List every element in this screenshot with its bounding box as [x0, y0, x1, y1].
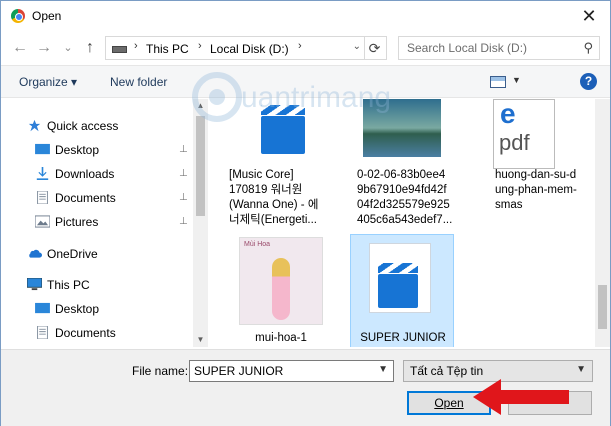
scroll-up-icon[interactable]: ▲	[195, 101, 206, 110]
scroll-down-icon[interactable]: ▼	[195, 335, 206, 344]
file-name: mui-hoa-1	[255, 332, 307, 344]
sidebar-item-label: Documents	[55, 326, 116, 340]
file-item[interactable]: e pdf huong-dan-su-d ung-phan-mem- smas	[485, 99, 589, 231]
sidebar-item-label: This PC	[47, 278, 90, 292]
desktop-icon	[35, 302, 50, 314]
up-button[interactable]: ↑	[81, 38, 99, 58]
breadcrumb-separator-icon[interactable]: ›	[198, 40, 202, 52]
organize-menu[interactable]: Organize ▾	[19, 75, 77, 89]
breadcrumb-separator-icon[interactable]: ›	[298, 40, 302, 52]
change-view-icon[interactable]	[490, 76, 506, 88]
back-button[interactable]: ←	[11, 38, 29, 58]
computer-icon	[27, 278, 42, 291]
search-input[interactable]	[399, 37, 569, 59]
address-dropdown-icon[interactable]: ⌄	[353, 41, 361, 52]
file-name-input[interactable]	[190, 361, 370, 381]
file-name-combobox[interactable]: ▼	[189, 360, 394, 382]
annotation-arrow-icon	[473, 379, 569, 415]
documents-icon	[37, 191, 48, 204]
file-item[interactable]: Mùi Hoa mui-hoa-1	[229, 235, 333, 347]
file-item[interactable]: [Music Core] 170819 워너원 (Wanna One) - 에 너제…	[229, 99, 333, 231]
new-folder-button[interactable]: New folder	[110, 75, 167, 89]
file-name: [Music Core] 170819 워너원 (Wanna One) - 에 너제…	[229, 169, 319, 226]
close-button[interactable]: ✕	[578, 5, 600, 27]
forward-button[interactable]: →	[35, 38, 53, 58]
sidebar-item-label: Desktop	[55, 143, 100, 157]
video-file-icon	[249, 99, 319, 159]
file-name: huong-dan-su-d ung-phan-mem- smas	[495, 169, 577, 211]
file-name-label: File name:	[132, 364, 189, 378]
chevron-down-icon[interactable]: ▼	[576, 364, 586, 375]
pictures-icon	[35, 215, 50, 228]
file-list-scroll-thumb[interactable]	[598, 285, 607, 329]
sidebar-item-label: Pictures	[55, 215, 99, 229]
navigation-pane: Quick access Desktop ⊥ Downloads ⊥ Docum…	[1, 99, 206, 347]
pin-icon: ⊥	[179, 144, 188, 155]
recent-locations-button[interactable]: ⌄	[59, 38, 77, 58]
drive-icon	[112, 46, 127, 53]
pdf-file-icon: e pdf	[493, 99, 555, 169]
chevron-down-icon[interactable]: ▼	[378, 364, 388, 375]
search-box[interactable]: ⚲	[398, 36, 600, 60]
pin-icon: ⊥	[179, 192, 188, 203]
file-list: [Music Core] 170819 워너원 (Wanna One) - 에 너제…	[209, 99, 595, 347]
star-icon	[28, 119, 41, 132]
file-list-scrollbar[interactable]	[595, 99, 610, 347]
image-thumbnail: Mùi Hoa	[239, 237, 323, 325]
sidebar-item-label: OneDrive	[47, 247, 98, 261]
window-title: Open	[32, 9, 62, 23]
video-file-icon	[365, 239, 435, 319]
file-name: SUPER JUNIOR	[360, 332, 446, 344]
sidebar-scrollbar[interactable]: ▲ ▼	[193, 99, 208, 347]
command-toolbar: Organize ▾ New folder ▼ ?	[1, 65, 610, 98]
documents-icon	[37, 326, 48, 339]
sidebar-item-label: Documents	[55, 191, 116, 205]
pin-icon: ⊥	[179, 216, 188, 227]
sidebar-item-label: Quick access	[47, 119, 119, 133]
refresh-button[interactable]: ⟳	[364, 37, 384, 59]
desktop-icon	[35, 143, 50, 155]
breadcrumb-separator-icon[interactable]: ›	[134, 40, 138, 52]
file-item-selected[interactable]: SUPER JUNIOR	[350, 234, 454, 347]
navigation-bar: ← → ⌄ ↑ › This PC › Local Disk (D:) › ⌄ …	[1, 34, 610, 62]
view-options-dropdown-icon[interactable]: ▼	[512, 75, 521, 85]
sidebar-scroll-thumb[interactable]	[196, 116, 205, 216]
cloud-icon	[29, 249, 42, 258]
search-icon[interactable]: ⚲	[583, 40, 593, 56]
address-bar[interactable]: › This PC › Local Disk (D:) › ⌄ ⟳	[105, 36, 387, 60]
breadcrumb-this-pc[interactable]: This PC	[146, 42, 189, 56]
pin-icon: ⊥	[179, 168, 188, 179]
help-button[interactable]: ?	[580, 73, 597, 90]
breadcrumb-local-disk[interactable]: Local Disk (D:)	[210, 42, 289, 56]
open-button-label: Open	[434, 396, 464, 410]
download-icon	[36, 167, 49, 180]
image-thumbnail	[363, 99, 441, 157]
file-type-value: Tất cả Tệp tin	[410, 364, 484, 378]
open-dialog: Open ✕ ← → ⌄ ↑ › This PC › Local Disk (D…	[0, 0, 611, 426]
sidebar-item-label: Downloads	[55, 167, 115, 181]
title-bar: Open ✕	[1, 1, 610, 32]
sidebar-item-label: Desktop	[55, 302, 100, 316]
file-name: 0-02-06-83b0ee4 9b67910e94fd42f 04f2d3255…	[357, 169, 453, 226]
file-item[interactable]: 0-02-06-83b0ee4 9b67910e94fd42f 04f2d3255…	[351, 99, 455, 231]
chrome-icon	[11, 9, 25, 23]
